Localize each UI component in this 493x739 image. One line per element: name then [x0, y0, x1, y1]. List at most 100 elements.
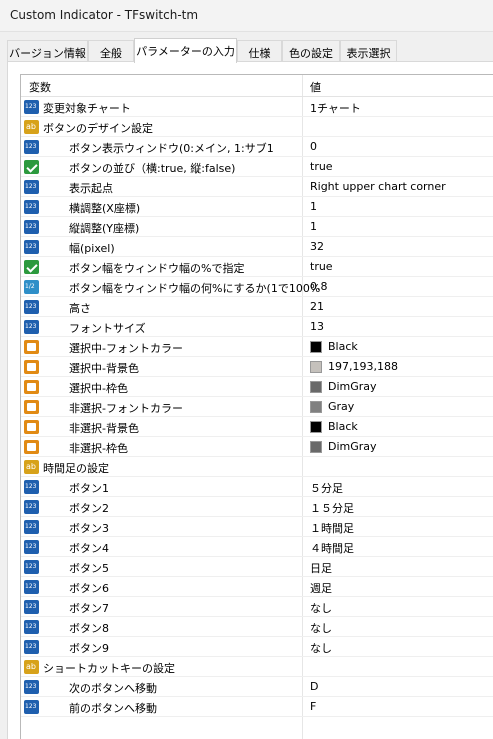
param-row-font-size[interactable]: フォントサイズ 13: [21, 317, 493, 337]
param-name: 非選択-枠色: [69, 442, 128, 455]
tab-version-info[interactable]: バージョン情報: [7, 40, 88, 62]
param-name: フォントサイズ: [69, 322, 146, 335]
enum-icon: [24, 180, 39, 194]
grid-header: 変数 値: [21, 75, 493, 97]
param-value[interactable]: F: [310, 700, 316, 713]
group-row-button-design[interactable]: ボタンのデザイン設定: [21, 117, 493, 137]
param-row-button-arrangement[interactable]: ボタンの並び（横:true, 縦:false) true: [21, 157, 493, 177]
param-value[interactable]: Right upper chart corner: [310, 180, 446, 193]
param-row-button-2[interactable]: ボタン2 １５分足: [21, 497, 493, 517]
color-icon: [24, 380, 39, 394]
group-row-timeframe[interactable]: 時間足の設定: [21, 457, 493, 477]
param-row-selected-bg-color[interactable]: 選択中-背景色 197,193,188: [21, 357, 493, 377]
param-name: 選択中-枠色: [69, 382, 128, 395]
param-row-width-percent-flag[interactable]: ボタン幅をウィンドウ幅の%で指定 true: [21, 257, 493, 277]
param-row-unselected-border-color[interactable]: 非選択-枠色 DimGray: [21, 437, 493, 457]
param-row-display-origin[interactable]: 表示起点 Right upper chart corner: [21, 177, 493, 197]
param-value[interactable]: 13: [310, 320, 324, 333]
param-value[interactable]: １５分足: [310, 500, 354, 516]
param-row-button-5[interactable]: ボタン5 日足: [21, 557, 493, 577]
param-value[interactable]: １時間足: [310, 520, 354, 536]
param-row-height[interactable]: 高さ 21: [21, 297, 493, 317]
param-value[interactable]: ５分足: [310, 480, 343, 496]
param-value[interactable]: なし: [310, 600, 332, 616]
param-value[interactable]: なし: [310, 640, 332, 656]
integer-icon: [24, 140, 39, 154]
param-row-unselected-font-color[interactable]: 非選択-フォントカラー Gray: [21, 397, 493, 417]
header-value[interactable]: 値: [310, 79, 321, 95]
param-value[interactable]: 0: [310, 140, 317, 153]
tab-general[interactable]: 全般: [88, 40, 134, 62]
param-value[interactable]: 週足: [310, 580, 332, 596]
param-row-button-8[interactable]: ボタン8 なし: [21, 617, 493, 637]
param-name: ボタン5: [69, 562, 109, 575]
param-row-y-offset[interactable]: 縦調整(Y座標) 1: [21, 217, 493, 237]
param-row-width-percent[interactable]: ボタン幅をウィンドウ幅の何%にするか(1で100% 0.8: [21, 277, 493, 297]
enum-icon: [24, 500, 39, 514]
param-row-target-chart[interactable]: 変更対象チャート 1チャート: [21, 97, 493, 117]
param-row-x-offset[interactable]: 横調整(X座標) 1: [21, 197, 493, 217]
param-value[interactable]: DimGray: [328, 440, 377, 453]
param-value[interactable]: 1: [310, 220, 317, 233]
group-row-shortcut-keys[interactable]: ショートカットキーの設定: [21, 657, 493, 677]
param-name: ボタン幅をウィンドウ幅の%で指定: [69, 262, 245, 275]
title-bar: Custom Indicator - TFswitch-tm: [0, 0, 493, 32]
param-row-width[interactable]: 幅(pixel) 32: [21, 237, 493, 257]
param-name: ボタン7: [69, 602, 109, 615]
color-swatch: [310, 441, 322, 453]
param-row-next-button-key[interactable]: 次のボタンへ移動 D: [21, 677, 493, 697]
param-value[interactable]: 0.8: [310, 280, 328, 293]
color-icon: [24, 400, 39, 414]
tab-strip: バージョン情報 全般 パラメーターの入力 仕様 色の設定 表示選択: [0, 38, 493, 63]
param-row-selected-font-color[interactable]: 選択中-フォントカラー Black: [21, 337, 493, 357]
param-name: ボタン9: [69, 642, 109, 655]
param-value[interactable]: true: [310, 160, 333, 173]
param-row-button-6[interactable]: ボタン6 週足: [21, 577, 493, 597]
color-icon: [24, 360, 39, 374]
param-value[interactable]: 32: [310, 240, 324, 253]
param-value[interactable]: DimGray: [328, 380, 377, 393]
double-icon: [24, 280, 39, 294]
tab-spec[interactable]: 仕様: [237, 40, 282, 62]
color-icon: [24, 420, 39, 434]
param-name: ボタン表示ウィンドウ(0:メイン, 1:サブ1: [69, 142, 274, 155]
param-value[interactable]: Gray: [328, 400, 354, 413]
enum-icon: [24, 640, 39, 654]
param-row-button-4[interactable]: ボタン4 ４時間足: [21, 537, 493, 557]
color-swatch: [310, 341, 322, 353]
integer-icon: [24, 220, 39, 234]
param-value[interactable]: 日足: [310, 560, 332, 576]
param-row-button-7[interactable]: ボタン7 なし: [21, 597, 493, 617]
param-value[interactable]: 1チャート: [310, 100, 361, 116]
param-value[interactable]: Black: [328, 420, 358, 433]
integer-icon: [24, 240, 39, 254]
tab-parameters[interactable]: パラメーターの入力: [134, 38, 237, 63]
param-name: 表示起点: [69, 182, 113, 195]
integer-icon: [24, 200, 39, 214]
param-value[interactable]: 21: [310, 300, 324, 313]
param-row-button-9[interactable]: ボタン9 なし: [21, 637, 493, 657]
param-name: ボタン2: [69, 502, 109, 515]
param-row-prev-button-key[interactable]: 前のボタンへ移動 F: [21, 697, 493, 717]
group-name: 時間足の設定: [43, 462, 109, 475]
param-row-selected-border-color[interactable]: 選択中-枠色 DimGray: [21, 377, 493, 397]
param-row-unselected-bg-color[interactable]: 非選択-背景色 Black: [21, 417, 493, 437]
tab-colors[interactable]: 色の設定: [282, 40, 340, 62]
param-value[interactable]: Black: [328, 340, 358, 353]
parameters-panel: 変数 値 変更対象チャート 1チャート ボタンのデザイン設定 ボタン表示ウィンド…: [7, 61, 493, 739]
group-name: ボタンのデザイン設定: [43, 122, 153, 135]
param-name: 非選択-背景色: [69, 422, 139, 435]
param-value[interactable]: なし: [310, 620, 332, 636]
param-row-button-1[interactable]: ボタン1 ５分足: [21, 477, 493, 497]
param-value[interactable]: D: [310, 680, 318, 693]
tab-visualization[interactable]: 表示選択: [340, 40, 397, 62]
header-variable[interactable]: 変数: [29, 79, 51, 95]
param-value[interactable]: 1: [310, 200, 317, 213]
param-value[interactable]: true: [310, 260, 333, 273]
color-swatch: [310, 361, 322, 373]
param-value[interactable]: ４時間足: [310, 540, 354, 556]
param-value[interactable]: 197,193,188: [328, 360, 398, 373]
boolean-icon: [24, 260, 39, 274]
param-row-button-3[interactable]: ボタン3 １時間足: [21, 517, 493, 537]
param-row-button-window[interactable]: ボタン表示ウィンドウ(0:メイン, 1:サブ1 0: [21, 137, 493, 157]
